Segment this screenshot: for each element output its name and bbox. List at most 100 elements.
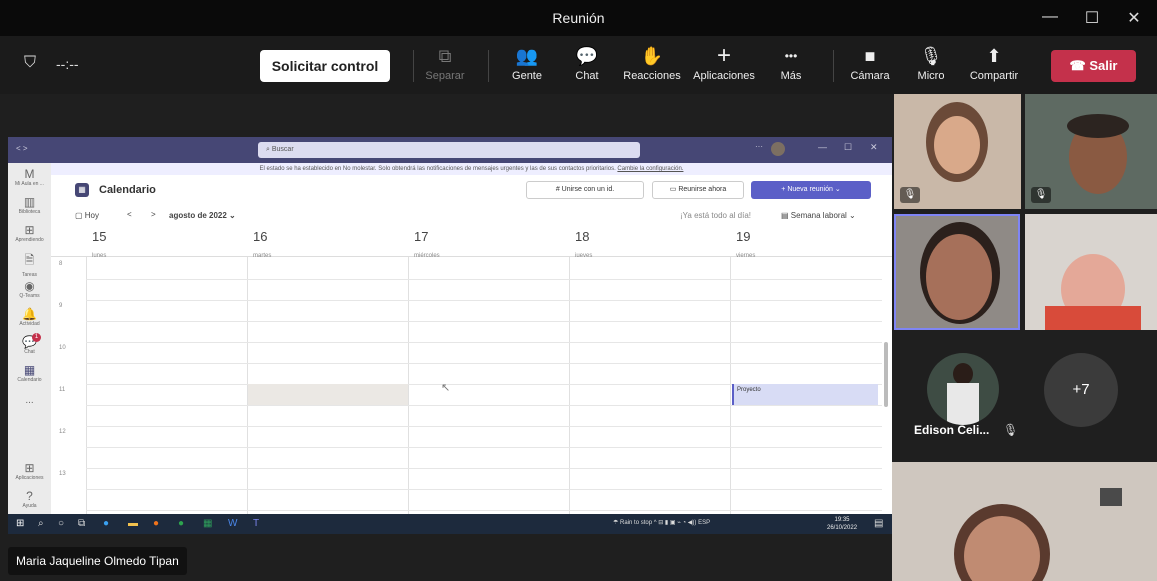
rail-item-qteams[interactable]: ◉ Q-Teams <box>8 279 51 299</box>
aula-icon: M <box>24 167 35 181</box>
presenter-name: Maria Jaqueline Olmedo Tipan <box>8 547 187 575</box>
rail-item-chat[interactable]: 💬 Chat 1 <box>8 333 51 355</box>
windows-start-icon[interactable]: ⊞ <box>16 518 24 529</box>
participant-name: Edison Celi... <box>914 423 990 437</box>
chat-button[interactable]: 💬 Chat <box>568 44 606 82</box>
search-icon[interactable]: ⌕ <box>38 518 44 529</box>
apps-button[interactable]: + Aplicaciones <box>689 42 759 83</box>
days-header: 15 lunes 16 martes 17 miércoles 18 jueves 19… <box>51 227 892 259</box>
divider <box>86 257 87 514</box>
task-view-icon[interactable]: ⧉ <box>78 518 85 529</box>
chat-label: Chat <box>575 70 599 82</box>
notifications-icon[interactable]: ▤ <box>874 518 883 529</box>
divider <box>86 405 882 406</box>
calendar-title: Calendario <box>99 184 156 196</box>
rail-item-biblioteca[interactable]: ▥ Biblioteca <box>8 195 51 215</box>
minimize-button[interactable]: — <box>1035 8 1065 26</box>
rail-more[interactable]: ... <box>8 395 51 406</box>
tray-icons[interactable]: ^ ⊟ ▮ ▣ ⌁ ◔ ◀)) <box>654 520 698 526</box>
hour-label: 13 <box>59 471 66 477</box>
close-icon[interactable]: ✕ <box>870 142 878 153</box>
more-button[interactable]: ••• Más <box>773 44 809 82</box>
firefox-icon[interactable]: ● <box>153 518 159 529</box>
new-meeting-button[interactable]: + Nueva reunión ⌄ <box>751 181 871 199</box>
popout-button[interactable]: ⧉ Separar <box>423 44 467 82</box>
rail-item-aula[interactable]: M Mi Aula en ... <box>8 167 51 187</box>
word-icon[interactable]: W <box>228 518 237 529</box>
people-button[interactable]: 👥 Gente <box>506 44 548 82</box>
join-with-id-button[interactable]: # Unirse con un id. <box>526 181 644 199</box>
camera-label: Cámara <box>850 70 890 82</box>
camera-button[interactable]: ■ Cámara <box>846 44 894 82</box>
shared-screen: < > ⌕ Buscar ··· — ☐ ✕ M Mi Aula en ... ▥… <box>8 137 892 534</box>
bell-icon: 🔔 <box>22 307 37 321</box>
divider <box>569 257 570 514</box>
plus-icon: + <box>716 42 731 69</box>
avatar[interactable] <box>927 353 999 425</box>
minimize-icon[interactable]: — <box>818 142 827 152</box>
participant-video[interactable] <box>1025 214 1157 330</box>
rail-item-tareas[interactable]: 🗎 Tareas <box>8 251 51 278</box>
notice-link[interactable]: Cambie la configuración. <box>617 166 683 172</box>
leave-button[interactable]: ☎ Salir <box>1051 50 1136 82</box>
share-button[interactable]: ⬆ Compartir <box>964 44 1024 82</box>
rail-item-actividad[interactable]: 🔔 Actividad <box>8 307 51 327</box>
more-icon[interactable]: ··· <box>755 142 763 151</box>
rail-item-aprendiendo[interactable]: ⊞ Aprendiendo <box>8 223 51 243</box>
participants-row: Edison Celi... 🎙 +7 <box>894 335 1157 457</box>
event-block[interactable]: Proyecto <box>732 384 878 405</box>
participant-video-active[interactable] <box>894 214 1020 330</box>
all-caught-up: ¡Ya está todo al día! <box>680 211 752 220</box>
month-selector[interactable]: agosto de 2022 ⌄ <box>169 211 236 220</box>
more-participants-button[interactable]: +7 <box>1044 353 1118 427</box>
excel-icon[interactable]: ▦ <box>203 518 212 529</box>
avatar[interactable] <box>771 142 785 156</box>
phone-hangup-icon: ☎ <box>1069 58 1090 73</box>
rail-item-apps[interactable]: ⊞ Aplicaciones <box>8 461 51 481</box>
clock[interactable]: 19:35 26/10/2022 <box>827 516 857 532</box>
divider <box>86 321 882 322</box>
maximize-icon[interactable]: ☐ <box>844 142 852 153</box>
meet-now-button[interactable]: ▭ Reunirse ahora <box>652 181 744 199</box>
file-explorer-icon[interactable]: ▬ <box>128 518 138 529</box>
dnd-notice: El estado se ha establecido en No molest… <box>51 163 892 175</box>
divider <box>86 342 882 343</box>
today-button[interactable]: ▢ Hoy <box>75 211 99 220</box>
chat-icon: 💬 <box>575 46 599 66</box>
maximize-button[interactable]: ☐ <box>1077 8 1107 28</box>
teams-topbar: < > ⌕ Buscar ··· — ☐ ✕ <box>8 137 892 163</box>
language-indicator[interactable]: ESP <box>698 520 710 526</box>
windows-taskbar: ⊞ ⌕ ○ ⧉ ● ▬ ● ● ▦ W T ☂ Rain to stop ^ ⊟… <box>8 514 892 534</box>
rail-item-help[interactable]: ? Ayuda <box>8 489 51 509</box>
next-week-button[interactable]: > <box>151 210 156 219</box>
hour-label: 10 <box>59 345 66 351</box>
request-control-button[interactable]: Solicitar control <box>260 50 390 82</box>
edge-icon[interactable]: ● <box>103 518 109 529</box>
cortana-icon[interactable]: ○ <box>58 518 64 529</box>
hour-label: 9 <box>59 303 63 309</box>
close-button[interactable]: ✕ <box>1119 8 1149 28</box>
view-selector[interactable]: ▤ Semana laboral ⌄ <box>781 211 856 220</box>
mic-off-icon: 🎙 <box>1003 423 1019 437</box>
weather-text: Rain to stop <box>620 520 653 526</box>
tasks-icon: 🗎 <box>24 253 35 267</box>
person-image <box>1045 306 1141 330</box>
hover-slot[interactable] <box>248 384 408 405</box>
participant-video[interactable]: 🎙 <box>1025 94 1157 209</box>
prev-week-button[interactable]: < <box>127 210 132 219</box>
self-view-video[interactable] <box>892 462 1157 581</box>
participant-video[interactable]: 🎙 <box>894 94 1021 209</box>
chrome-icon[interactable]: ● <box>178 518 184 529</box>
calendar-grid[interactable]: 8 9 10 11 12 13 Proyecto ↖ <box>51 257 892 514</box>
weather-icon: ☂ <box>613 520 621 526</box>
rail-item-calendario[interactable]: ▦ Calendario <box>8 363 51 383</box>
mic-button[interactable]: 🎙 Micro <box>911 44 951 82</box>
scrollbar[interactable] <box>884 342 888 407</box>
divider <box>413 50 414 82</box>
search-input[interactable]: ⌕ Buscar <box>258 142 640 158</box>
reactions-label: Reacciones <box>623 70 681 82</box>
teams-icon[interactable]: T <box>253 518 259 529</box>
meeting-timer: --:-- <box>56 56 79 72</box>
divider <box>408 257 409 514</box>
reactions-button[interactable]: ✋ Reacciones <box>621 44 683 82</box>
